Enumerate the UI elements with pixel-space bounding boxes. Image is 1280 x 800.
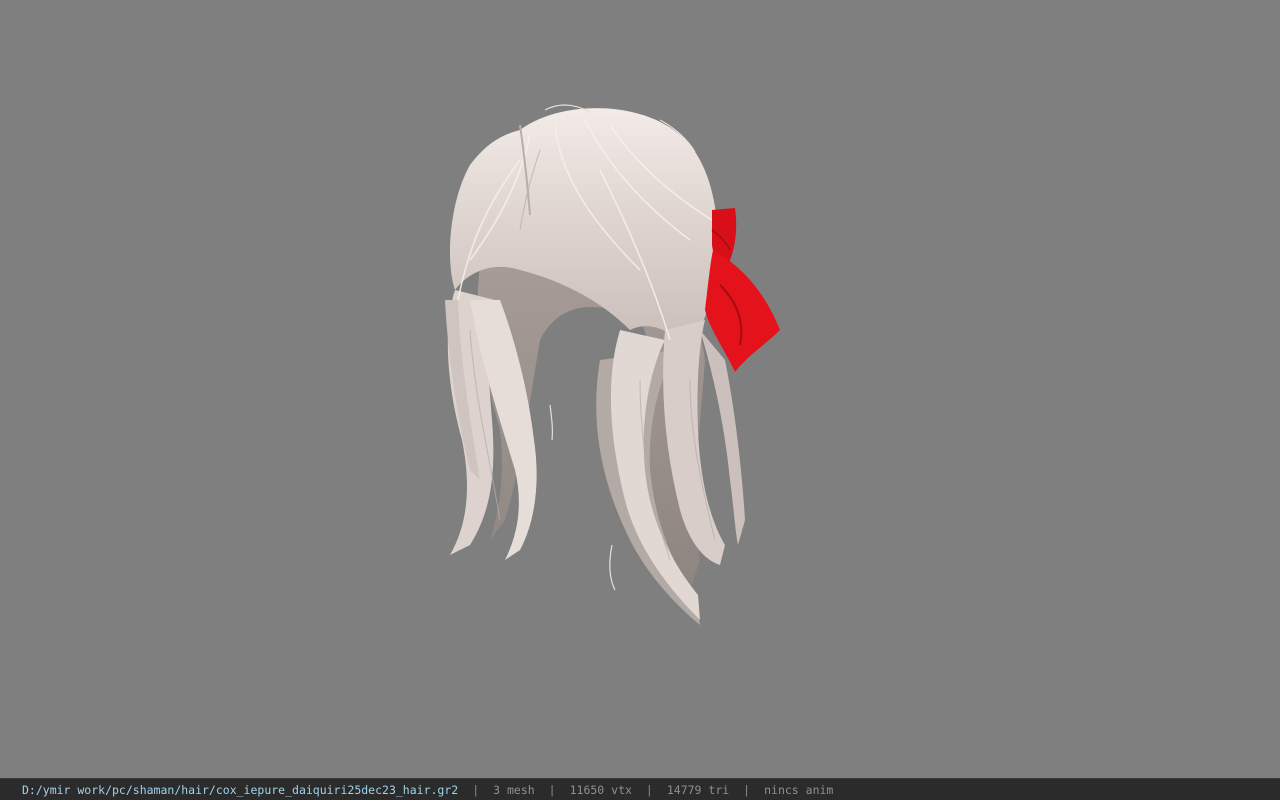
hair-model-render xyxy=(445,104,780,625)
separator: | xyxy=(472,782,480,797)
triangle-count-label: 14779 tri xyxy=(666,782,730,797)
separator: | xyxy=(548,782,556,797)
mesh-count-label: 3 mesh xyxy=(493,782,535,797)
separator: | xyxy=(645,782,653,797)
vertex-count-label: 11650 vtx xyxy=(569,782,632,797)
file-path-label: D:/ymir work/pc/shaman/hair/cox_iepure_d… xyxy=(22,782,459,797)
3d-viewport[interactable] xyxy=(0,0,1280,778)
separator: | xyxy=(743,782,751,797)
animation-status-label: nincs anim xyxy=(764,782,834,797)
red-bow xyxy=(705,208,780,372)
status-bar: D:/ymir work/pc/shaman/hair/cox_iepure_d… xyxy=(0,778,1280,800)
